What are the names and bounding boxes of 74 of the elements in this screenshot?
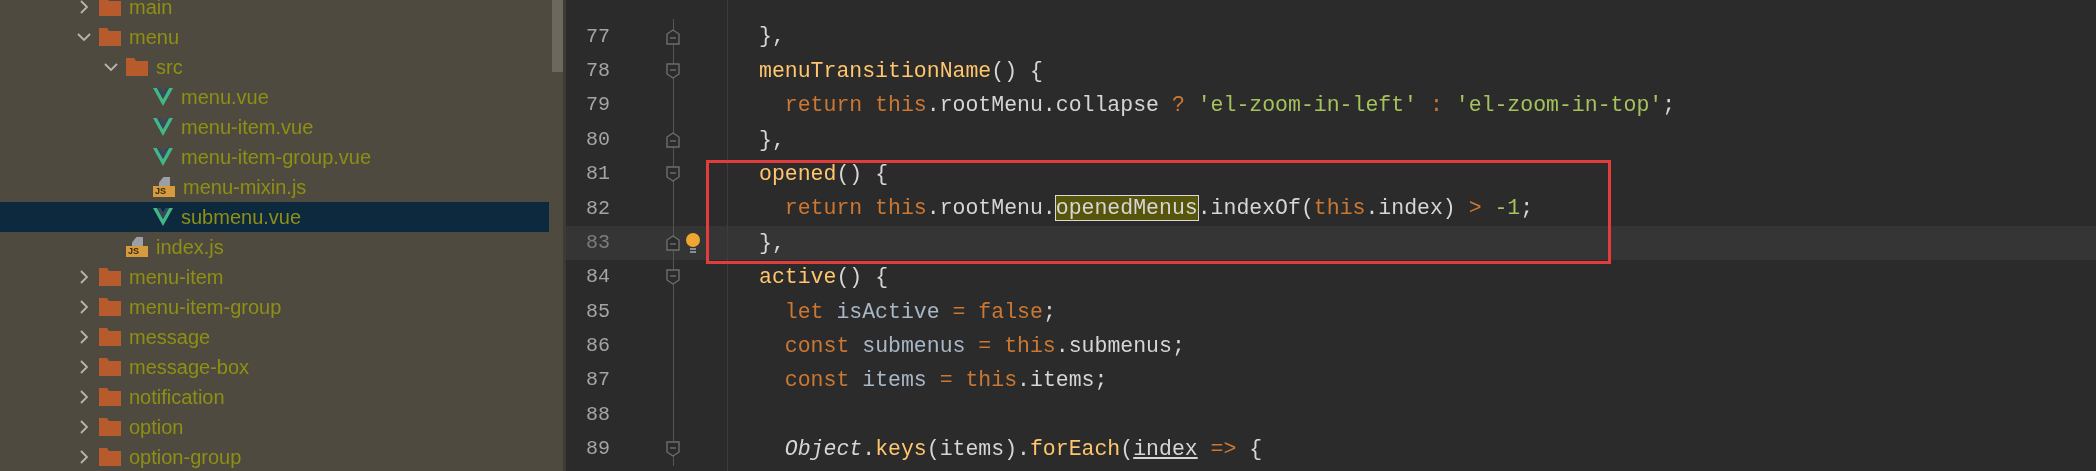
code-line: },: [759, 229, 785, 257]
code-line: const items = this.items;: [783, 367, 1108, 395]
fold-icon[interactable]: [666, 269, 680, 286]
chevron-right-icon: [77, 360, 91, 374]
line-number: 86: [585, 333, 610, 360]
code-line: const submenus = this.submenus;: [783, 332, 1185, 360]
vue-icon: [153, 88, 173, 106]
folder-icon: [99, 418, 121, 436]
code-line: return this.rootMenu.collapse ? 'el-zoom-in-left' : 'el-zoom-in-top';: [783, 92, 1676, 120]
line-number: 79: [585, 92, 610, 119]
tree-item[interactable]: JS index.js: [0, 232, 549, 262]
fold-icon[interactable]: [666, 62, 680, 79]
tree-item[interactable]: menu-item-group: [0, 292, 549, 322]
folder-icon: [99, 0, 121, 16]
folder-icon: [126, 58, 148, 76]
folder-icon: [99, 298, 121, 316]
line-number: 88: [585, 401, 610, 428]
code-line: active() {: [759, 264, 889, 292]
line-number: 89: [585, 436, 610, 463]
chevron-right-icon: [77, 300, 91, 314]
line-number: 77: [585, 23, 610, 50]
code-line: menuTransitionName() {: [759, 57, 1043, 85]
line-number: 80: [585, 126, 610, 153]
line-number: 81: [585, 161, 610, 188]
line-number: 83: [585, 229, 610, 256]
scrollbar-thumb[interactable]: [552, 0, 563, 72]
folder-icon: [99, 328, 121, 346]
code-line: },: [759, 126, 785, 154]
fold-icon[interactable]: [666, 131, 680, 148]
line-number: 85: [585, 298, 610, 325]
line-number: 87: [585, 367, 610, 394]
folder-icon: [99, 358, 121, 376]
code-line: Object.keys(items).forEach(index => {: [783, 436, 1263, 464]
tree-item[interactable]: notification: [0, 382, 549, 412]
line-number: 84: [585, 264, 610, 291]
line-number: 82: [585, 195, 610, 222]
tree-item[interactable]: menu: [0, 22, 549, 52]
tree-item[interactable]: menu-item-group.vue: [0, 142, 549, 172]
tree-item[interactable]: JS menu-mixin.js: [0, 172, 549, 202]
fold-icon[interactable]: [666, 234, 680, 251]
code-line: let isActive = false;: [783, 298, 1056, 326]
fold-icon[interactable]: [666, 166, 680, 183]
folder-icon: [99, 268, 121, 286]
fold-icon[interactable]: [666, 441, 680, 458]
chevron-right-icon: [77, 420, 91, 434]
tree-item[interactable]: option: [0, 412, 549, 442]
vue-icon: [153, 148, 173, 166]
chevron-right-icon: [77, 270, 91, 284]
tree-item[interactable]: menu-item: [0, 262, 549, 292]
folder-icon: [99, 388, 121, 406]
folder-icon: [99, 448, 121, 466]
chevron-right-icon: [77, 390, 91, 404]
vue-icon: [153, 118, 173, 136]
chevron-down-icon: [104, 60, 118, 74]
tree-item[interactable]: main: [0, 0, 549, 22]
vue-icon: [153, 208, 173, 226]
tree-item[interactable]: src: [0, 52, 549, 82]
fold-icon[interactable]: [666, 28, 680, 45]
tree-item[interactable]: submenu.vue: [0, 202, 549, 232]
tree-item[interactable]: menu.vue: [0, 82, 549, 112]
folder-icon: [99, 28, 121, 46]
code-line: },: [759, 23, 785, 51]
code-line: return this.rootMenu.openedMenus.indexOf(this.index) > -1;: [783, 195, 1534, 223]
lightbulb-icon[interactable]: [685, 232, 701, 253]
tree-item[interactable]: menu-item.vue: [0, 112, 549, 142]
line-number: 78: [585, 57, 610, 84]
chevron-right-icon: [77, 450, 91, 464]
code-line: opened() {: [759, 161, 889, 188]
tree-item[interactable]: message: [0, 322, 549, 352]
tree-item[interactable]: option-group: [0, 442, 549, 471]
tree-item[interactable]: message-box: [0, 352, 549, 382]
chevron-right-icon: [77, 0, 91, 14]
chevron-right-icon: [77, 330, 91, 344]
chevron-down-icon: [77, 30, 91, 44]
